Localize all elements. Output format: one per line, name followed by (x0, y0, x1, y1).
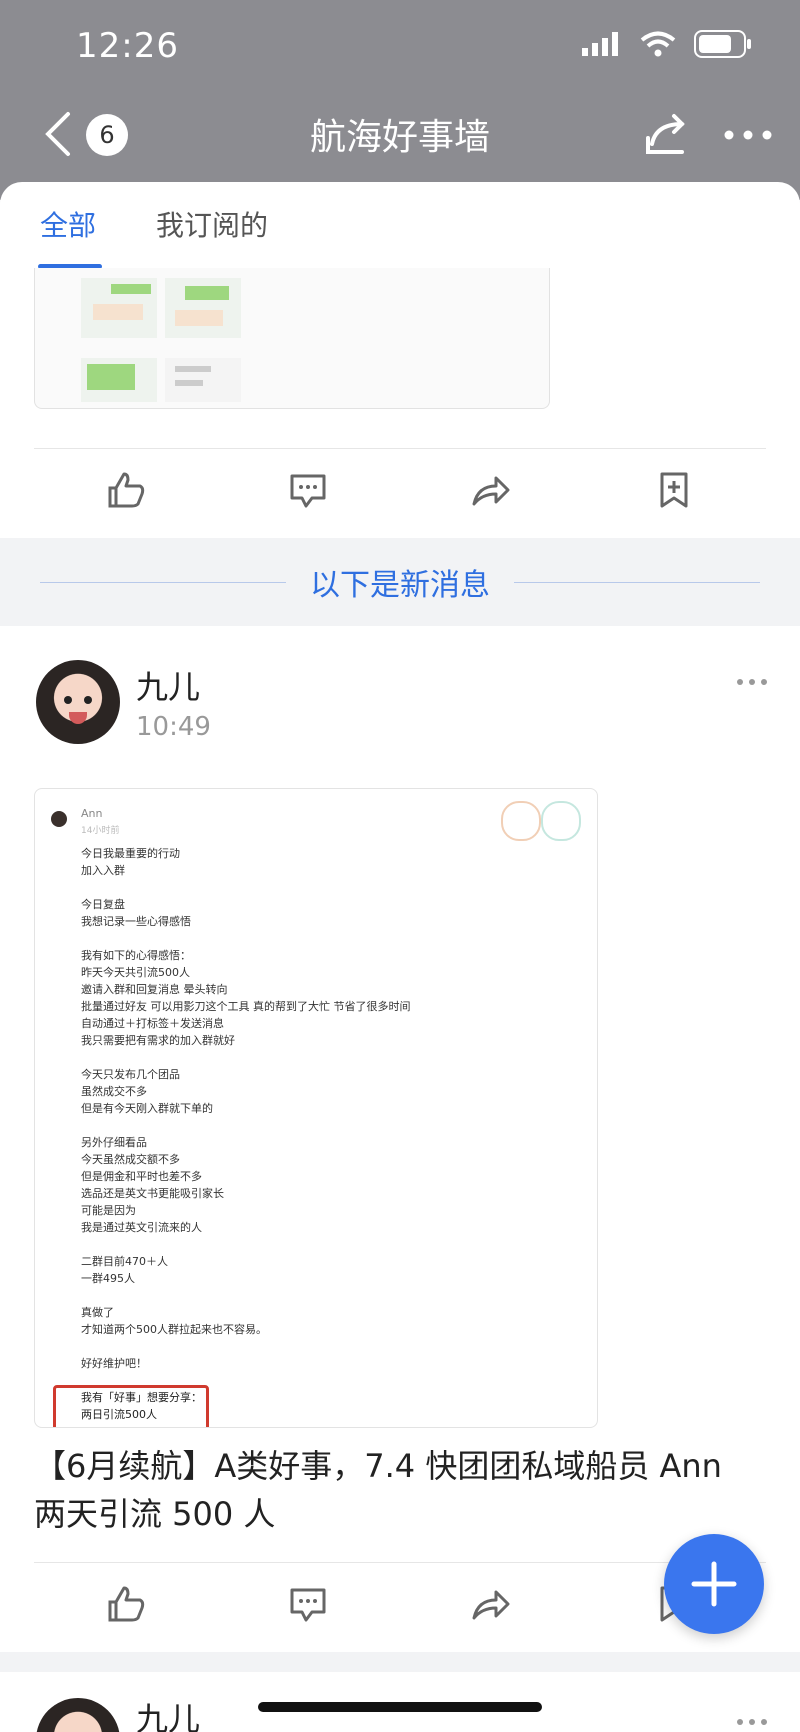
forward-icon[interactable] (470, 470, 510, 510)
avatar[interactable] (36, 1698, 120, 1732)
plus-icon (691, 1561, 737, 1607)
stamp-icon (501, 801, 541, 841)
bookmark-icon[interactable] (654, 470, 694, 510)
tab-subscribed[interactable]: 我订阅的 (156, 204, 268, 244)
avatar-eye (64, 696, 72, 704)
post-image[interactable]: Ann 14小时前 今日我最重要的行动 加入入群 今日复盘 我想记录一些心得感悟… (34, 788, 598, 1428)
post-card: 九儿 10:49 Ann 14小时前 今日我最重要的行动 加入入群 今日复盘 我… (0, 626, 800, 1652)
add-post-button[interactable] (664, 1534, 764, 1634)
post-time: 10:49 (136, 712, 211, 742)
comment-icon[interactable] (288, 470, 328, 510)
divider (34, 1562, 766, 1563)
comment-icon[interactable] (288, 1584, 328, 1624)
more-icon[interactable] (724, 130, 772, 140)
screenshot-highlight: 我有「好事」想要分享： 两日引流500人 (81, 1391, 202, 1421)
action-bar (0, 470, 800, 530)
status-icons (582, 30, 752, 58)
like-icon[interactable] (106, 470, 146, 510)
chat-screenshot-thumbnail (81, 278, 241, 402)
forward-icon[interactable] (470, 1584, 510, 1624)
wifi-icon (640, 31, 676, 57)
tab-all[interactable]: 全部 (40, 204, 96, 244)
signal-icon (582, 32, 618, 56)
status-time: 12:26 (76, 26, 179, 66)
stamp-icon (541, 801, 581, 841)
separator-line-right (514, 582, 760, 583)
screenshot-avatar (51, 811, 67, 827)
previous-post-image[interactable] (34, 268, 550, 409)
divider (34, 448, 766, 449)
content-sheet: 全部 我订阅的 (0, 182, 800, 538)
avatar-eye (84, 696, 92, 704)
avatar-mouth (69, 712, 87, 724)
screenshot-body: 今日我最重要的行动 加入入群 今日复盘 我想记录一些心得感悟 我有如下的心得感悟… (81, 847, 411, 1370)
top-bar: 12:26 6 航海好事墙 (0, 0, 800, 200)
new-messages-separator: 以下是新消息 (0, 538, 800, 626)
home-indicator[interactable] (258, 1702, 542, 1712)
battery-icon (694, 30, 751, 58)
post-author[interactable]: 九儿 (136, 662, 200, 708)
like-icon[interactable] (106, 1584, 146, 1624)
screenshot-time: 14小时前 (81, 826, 120, 836)
share-icon[interactable] (642, 110, 690, 158)
more-icon[interactable] (736, 678, 768, 686)
tab-bar: 全部 我订阅的 (0, 182, 800, 269)
post-title: 【6月续航】A类好事，7.4 快团团私域船员 Ann 两天引流 500 人 (34, 1447, 722, 1533)
post-author[interactable]: 九儿 (136, 1694, 200, 1732)
avatar[interactable] (36, 660, 120, 744)
more-icon[interactable] (736, 1718, 768, 1726)
screenshot-name: Ann (81, 807, 103, 820)
